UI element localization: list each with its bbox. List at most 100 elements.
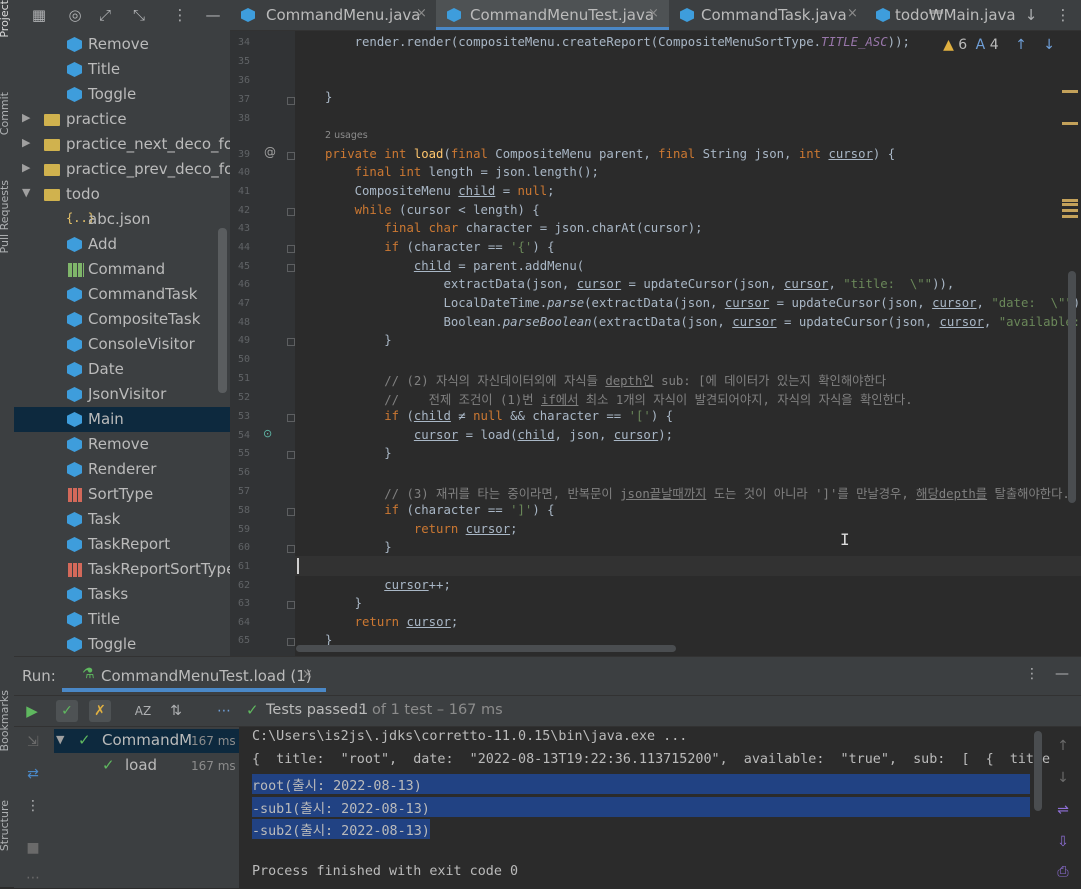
run-config-tab[interactable]: CommandMenuTest.load (1) bbox=[101, 667, 312, 685]
fold-marker[interactable] bbox=[287, 245, 295, 253]
rerun-icon[interactable]: ▶ bbox=[21, 700, 43, 722]
previous-highlight-icon[interactable]: ↑ bbox=[1015, 37, 1027, 53]
print-icon[interactable]: ⎙ bbox=[1052, 861, 1074, 883]
tree-item-practice-next-deco-for-a[interactable]: ▶ practice_next_deco_for_a bbox=[14, 132, 230, 157]
error-stripe-marker[interactable] bbox=[1062, 209, 1078, 212]
chevron-down-icon[interactable]: ▼ bbox=[22, 186, 34, 199]
tree-item-title[interactable]: Title bbox=[14, 607, 230, 632]
scroll-up-icon[interactable]: ↑ bbox=[1052, 735, 1074, 757]
tree-item-command[interactable]: Command bbox=[14, 257, 230, 282]
code-editor[interactable]: 34 35 36 37 38 39 40 41 42 43 44 45 46 47 48 49 50 51 52 53… bbox=[230, 31, 1081, 656]
options-icon[interactable]: ⋮ bbox=[169, 4, 191, 26]
scroll-to-end-icon[interactable]: ⇩ bbox=[1052, 831, 1074, 853]
tree-item-toggle[interactable]: Toggle bbox=[14, 632, 230, 656]
test-node-load[interactable]: ✓ load 167 ms bbox=[54, 754, 239, 778]
expand-all-icon[interactable]: ⤢ bbox=[94, 4, 116, 26]
inspection-widget[interactable]: ▲ 6 A 4 ↑ ↓ bbox=[943, 37, 1055, 53]
console-scrollbar[interactable] bbox=[1034, 731, 1042, 811]
override-gutter-icon[interactable]: @ bbox=[264, 145, 276, 159]
tree-item-title[interactable]: Title bbox=[14, 57, 230, 82]
tree-item-date[interactable]: Date bbox=[14, 357, 230, 382]
usages-hint[interactable]: 2 usages bbox=[325, 130, 368, 141]
chevron-right-icon[interactable]: ▶ bbox=[22, 136, 34, 149]
editor-vertical-scrollbar[interactable] bbox=[1068, 271, 1076, 503]
class-icon bbox=[66, 386, 84, 404]
tree-item-compositetask[interactable]: CompositeTask bbox=[14, 307, 230, 332]
tree-item-add[interactable]: Add bbox=[14, 232, 230, 257]
fold-marker[interactable] bbox=[287, 451, 295, 459]
close-icon[interactable]: × bbox=[648, 6, 659, 21]
close-icon[interactable]: × bbox=[302, 667, 313, 682]
pull-requests-tool-tab[interactable]: Pull Requests bbox=[0, 180, 11, 253]
tree-item-renderer[interactable]: Renderer bbox=[14, 457, 230, 482]
fold-marker[interactable] bbox=[287, 208, 295, 216]
toggle-autoscroll-icon[interactable]: ⇄ bbox=[22, 763, 44, 785]
chevron-down-icon[interactable]: ▼ bbox=[56, 733, 64, 746]
fold-marker[interactable] bbox=[287, 638, 295, 646]
more-icon[interactable]: ⋯ bbox=[213, 700, 235, 722]
structure-tool-tab[interactable]: Structure bbox=[0, 800, 11, 851]
test-node-suite[interactable]: ▼ ✓ CommandM 167 ms bbox=[54, 729, 239, 753]
more-options-icon[interactable]: ⋮ bbox=[22, 795, 44, 817]
fold-marker[interactable] bbox=[287, 264, 295, 272]
error-stripe-marker[interactable] bbox=[1062, 90, 1078, 93]
error-stripe-marker[interactable] bbox=[1062, 122, 1078, 125]
bookmarks-tool-tab[interactable]: Bookmarks bbox=[0, 690, 11, 751]
tree-item-remove[interactable]: Remove bbox=[14, 32, 230, 57]
error-stripe-marker[interactable] bbox=[1062, 215, 1078, 218]
scroll-down-icon[interactable]: ↓ bbox=[1052, 767, 1074, 789]
fold-marker[interactable] bbox=[287, 601, 295, 609]
hide-panel-icon[interactable]: — bbox=[202, 4, 224, 26]
tree-item-task[interactable]: Task bbox=[14, 507, 230, 532]
project-tool-tab[interactable]: Project bbox=[0, 0, 11, 38]
fold-marker[interactable] bbox=[287, 545, 295, 553]
tree-item-sorttype[interactable]: SortType bbox=[14, 482, 230, 507]
show-ignored-icon[interactable]: ✗ bbox=[89, 700, 111, 722]
tree-item-taskreportsorttype[interactable]: TaskReportSortType bbox=[14, 557, 230, 582]
fold-marker[interactable] bbox=[287, 508, 295, 516]
chevron-down-icon[interactable]: ↓ bbox=[1020, 4, 1042, 26]
next-highlight-icon[interactable]: ↓ bbox=[1043, 37, 1055, 53]
error-stripe-marker[interactable] bbox=[1062, 199, 1078, 202]
close-icon[interactable]: × bbox=[847, 6, 858, 21]
tree-item-jsonvisitor[interactable]: JsonVisitor bbox=[14, 382, 230, 407]
close-icon[interactable]: × bbox=[416, 6, 427, 21]
tree-item-toggle[interactable]: Toggle bbox=[14, 82, 230, 107]
locate-file-icon[interactable]: ◎ bbox=[64, 4, 86, 26]
tree-item-taskreport[interactable]: TaskReport bbox=[14, 532, 230, 557]
tab-command-task[interactable]: CommandTask.java × bbox=[669, 0, 865, 30]
tree-item-remove[interactable]: Remove bbox=[14, 432, 230, 457]
error-stripe-marker[interactable] bbox=[1062, 203, 1078, 206]
project-tree-scrollbar[interactable] bbox=[218, 228, 227, 393]
chevron-right-icon[interactable]: ▶ bbox=[22, 111, 34, 124]
fold-marker[interactable] bbox=[287, 338, 295, 346]
editor-horizontal-scrollbar[interactable] bbox=[296, 645, 676, 652]
sort-alpha-icon[interactable]: AZ bbox=[132, 700, 154, 722]
fold-marker[interactable] bbox=[287, 152, 295, 160]
tree-item-commandtask[interactable]: CommandTask bbox=[14, 282, 230, 307]
fold-marker[interactable] bbox=[287, 97, 295, 105]
collapse-all-icon[interactable]: ⤡ bbox=[128, 4, 150, 26]
fold-marker[interactable] bbox=[287, 414, 295, 422]
tree-item-abc-json[interactable]: {..} abc.json bbox=[14, 207, 230, 232]
sort-duration-icon[interactable]: ⇅ bbox=[165, 700, 187, 722]
options-icon[interactable]: ⋮ bbox=[1021, 663, 1043, 685]
commit-tool-tab[interactable]: Commit bbox=[0, 92, 11, 135]
hide-panel-icon[interactable]: — bbox=[1051, 663, 1073, 685]
console-output[interactable]: C:\Users\is2js\.jdks\corretto-11.0.15\bi… bbox=[239, 727, 1081, 888]
show-passed-icon[interactable]: ✓ bbox=[56, 700, 78, 722]
project-view-icon[interactable]: ▦ bbox=[28, 4, 50, 26]
soft-wrap-icon[interactable]: ⇌ bbox=[1052, 799, 1074, 821]
tree-item-practice-prev-deco-for-s[interactable]: ▶ practice_prev_deco_for_s bbox=[14, 157, 230, 182]
tab-command-menu-test[interactable]: CommandMenuTest.java × bbox=[436, 0, 669, 30]
tree-item-main[interactable]: Main bbox=[14, 407, 230, 432]
tab-command-menu[interactable]: CommandMenu.java × bbox=[230, 0, 436, 30]
tree-item-tasks[interactable]: Tasks bbox=[14, 582, 230, 607]
tree-item-practice[interactable]: ▶ practice bbox=[14, 107, 230, 132]
chevron-right-icon[interactable]: ▶ bbox=[22, 161, 34, 174]
tree-item-todo[interactable]: ▼ todo bbox=[14, 182, 230, 207]
tree-item-consolevisitor[interactable]: ConsoleVisitor bbox=[14, 332, 230, 357]
tab-todo-main[interactable]: todo₩Main.java bbox=[865, 0, 1025, 30]
more-icon[interactable]: ⋯ bbox=[22, 867, 44, 889]
tab-options-icon[interactable]: ⋮ bbox=[1052, 4, 1074, 26]
